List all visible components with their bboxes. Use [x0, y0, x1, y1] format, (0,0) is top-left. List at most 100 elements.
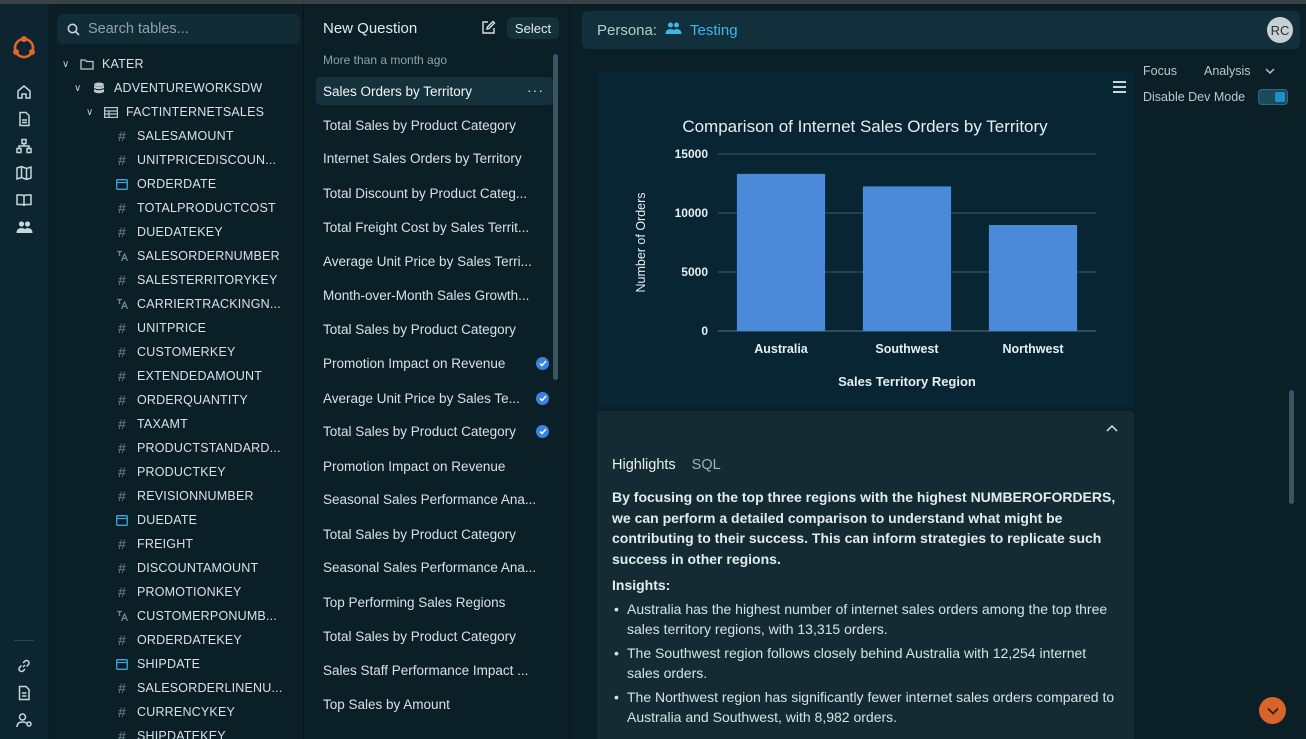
book-icon[interactable] [14, 190, 34, 210]
y-tick-label: 15000 [675, 147, 709, 161]
question-item[interactable]: Average Unit Price by Sales Terri... [316, 247, 553, 275]
dev-mode-toggle[interactable] [1258, 89, 1288, 105]
column-name: UNITPRICEDISCOUN... [137, 153, 277, 167]
x-tick-label: Australia [754, 342, 809, 356]
question-label: Total Freight Cost by Sales Territ... [323, 219, 530, 235]
questions-scrollbar[interactable] [553, 54, 558, 380]
user-settings-icon[interactable] [14, 710, 34, 730]
question-item[interactable]: Total Sales by Product Category [316, 520, 553, 548]
column-item[interactable]: # PRODUCTSTANDARD... [115, 437, 281, 459]
question-item[interactable]: Total Sales by Product Category [316, 417, 553, 445]
column-name: ORDERDATEKEY [137, 633, 242, 647]
home-icon[interactable] [14, 82, 34, 102]
question-item[interactable]: Average Unit Price by Sales Te... [316, 384, 553, 412]
column-item[interactable]: # ORDERDATEKEY [115, 629, 242, 651]
users-icon[interactable] [14, 217, 34, 237]
question-label: Average Unit Price by Sales Terri... [323, 253, 532, 269]
mode-select[interactable]: Analysis [1204, 64, 1275, 78]
search-input[interactable] [88, 21, 288, 37]
rail-divider [14, 640, 34, 641]
panel-title[interactable]: New Question [323, 20, 417, 37]
calendar-icon [115, 178, 129, 190]
column-item[interactable]: # SHIPDATEKEY [115, 725, 226, 739]
more-options-icon[interactable]: ··· [527, 82, 544, 98]
hierarchy-icon[interactable] [14, 136, 34, 156]
tree-node-table[interactable]: ∨ FACTINTERNETSALES [86, 101, 264, 123]
question-item[interactable]: Promotion Impact on Revenue [316, 452, 553, 480]
question-item[interactable]: Sales Staff Performance Impact ... [316, 656, 553, 684]
persona-value[interactable]: Testing [690, 22, 738, 39]
question-label: Promotion Impact on Revenue [323, 458, 506, 474]
question-item[interactable]: Internet Sales Orders by Territory [316, 144, 553, 172]
column-item[interactable]: # PROMOTIONKEY [115, 581, 242, 603]
column-item[interactable]: # ORDERQUANTITY [115, 389, 248, 411]
question-item[interactable]: Top Performing Sales Regions [316, 588, 553, 616]
question-item[interactable]: Total Freight Cost by Sales Territ... [316, 213, 553, 241]
insights-heading: Insights: [612, 577, 671, 593]
link-icon[interactable] [14, 656, 34, 676]
column-item[interactable]: CARRIERTRACKINGN... [115, 293, 281, 315]
search-icon [67, 23, 80, 36]
question-item[interactable]: Total Sales by Product Category [316, 315, 553, 343]
column-item[interactable]: # SALESTERRITORYKEY [115, 269, 278, 291]
edit-icon[interactable] [481, 20, 497, 36]
chart-menu-icon[interactable] [1113, 81, 1126, 93]
column-item[interactable]: SALESORDERNUMBER [115, 245, 280, 267]
chevron-up-icon[interactable] [1106, 421, 1118, 435]
file-icon[interactable] [14, 683, 34, 703]
tab-sql[interactable]: SQL [692, 457, 721, 473]
tab-highlights[interactable]: Highlights [612, 457, 676, 473]
tree-node-root[interactable]: ∨ KATER [62, 53, 144, 75]
column-item[interactable]: # UNITPRICEDISCOUN... [115, 149, 276, 171]
chevron-down-button[interactable] [1259, 697, 1286, 724]
avatar[interactable]: RC [1267, 17, 1293, 43]
text-icon [115, 610, 129, 622]
column-item[interactable]: # DUEDATEKEY [115, 221, 223, 243]
column-item[interactable]: # EXTENDEDAMOUNT [115, 365, 262, 387]
column-item[interactable]: CUSTOMERPONUMB... [115, 605, 277, 627]
column-item[interactable]: # UNITPRICE [115, 317, 206, 339]
column-item[interactable]: # REVISIONNUMBER [115, 485, 254, 507]
table-search[interactable] [57, 14, 300, 44]
persona-label: Persona: [597, 21, 658, 39]
column-item[interactable]: # FREIGHT [115, 533, 193, 555]
column-item[interactable]: # CURRENCYKEY [115, 701, 235, 723]
question-item[interactable]: Top Sales by Amount [316, 690, 553, 718]
question-item[interactable]: Month-over-Month Sales Growth... [316, 281, 553, 309]
mode-select-label: Analysis [1204, 64, 1251, 78]
column-item[interactable]: DUEDATE [115, 509, 197, 531]
chevron-down-icon: ∨ [86, 106, 94, 118]
document-icon[interactable] [14, 109, 34, 129]
bar [736, 173, 826, 331]
tree-node-database[interactable]: ∨ ADVENTUREWORKSDW [74, 77, 262, 99]
question-item[interactable]: Sales Orders by Territory ··· [316, 77, 553, 105]
insight-item: The Northwest region has significantly f… [612, 687, 1122, 727]
hash-icon: # [118, 632, 126, 648]
question-item[interactable]: Total Sales by Product Category [316, 622, 553, 650]
column-item[interactable]: # SALESAMOUNT [115, 125, 234, 147]
column-item[interactable]: # TOTALPRODUCTCOST [115, 197, 276, 219]
column-item[interactable]: # DISCOUNTAMOUNT [115, 557, 258, 579]
question-item[interactable]: Total Discount by Product Categ... [316, 179, 553, 207]
question-label: Promotion Impact on Revenue [323, 355, 506, 371]
hash-icon: # [118, 152, 126, 168]
map-icon[interactable] [14, 163, 34, 183]
main-scrollbar[interactable] [1289, 390, 1294, 504]
column-name: ORDERDATE [137, 177, 217, 191]
select-button[interactable]: Select [507, 17, 559, 39]
column-item[interactable]: # TAXAMT [115, 413, 188, 435]
column-item[interactable]: # PRODUCTKEY [115, 461, 226, 483]
chevron-down-icon [1265, 68, 1275, 74]
column-item[interactable]: SHIPDATE [115, 653, 200, 675]
hash-icon: # [118, 200, 126, 216]
question-item[interactable]: Total Sales by Product Category [316, 111, 553, 139]
question-item[interactable]: Promotion Impact on Revenue [316, 349, 553, 377]
column-item[interactable]: # CUSTOMERKEY [115, 341, 236, 363]
question-item[interactable]: Seasonal Sales Performance Ana... [316, 485, 553, 513]
column-item[interactable]: # SALESORDERLINENU... [115, 677, 283, 699]
logo-icon[interactable] [11, 34, 37, 60]
question-item[interactable]: Seasonal Sales Performance Ana... [316, 553, 553, 581]
question-label: Month-over-Month Sales Growth... [323, 287, 530, 303]
focus-toggle[interactable]: Focus [1143, 64, 1177, 78]
column-item[interactable]: ORDERDATE [115, 173, 216, 195]
